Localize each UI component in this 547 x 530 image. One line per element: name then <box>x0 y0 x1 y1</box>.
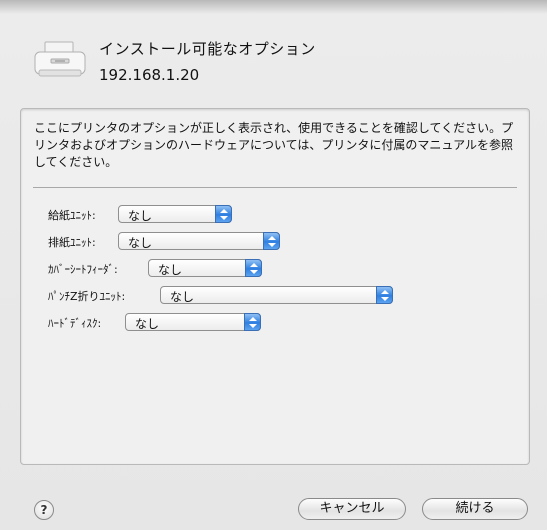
dialog-title: インストール可能なオプション <box>99 40 316 58</box>
panel-divider <box>33 187 517 188</box>
up-down-arrows-icon <box>376 286 393 304</box>
up-down-arrows-icon <box>263 232 280 250</box>
printer-icon <box>34 41 86 77</box>
up-down-arrows-icon <box>244 313 261 331</box>
up-down-arrows-icon <box>215 205 232 223</box>
cover-sheet-feeder-popup[interactable]: なし <box>148 259 262 277</box>
option-label: 排紙ﾕﾆｯﾄ: <box>48 236 96 249</box>
popup-value: なし <box>170 290 195 304</box>
option-label: ﾊｰﾄﾞﾃﾞｨｽｸ: <box>48 317 102 330</box>
hard-disk-popup[interactable]: なし <box>125 313 261 331</box>
output-unit-popup[interactable]: なし <box>118 232 280 250</box>
popup-value: なし <box>135 317 160 331</box>
sheet-top-shadow <box>0 0 547 14</box>
punch-zfold-unit-popup[interactable]: なし <box>160 286 393 304</box>
continue-button[interactable]: 続ける <box>422 498 528 520</box>
options-sheet: インストール可能なオプション 192.168.1.20 ここにプリンタのオプショ… <box>0 0 547 530</box>
cancel-button[interactable]: キャンセル <box>298 498 406 520</box>
options-panel: ここにプリンタのオプションが正しく表示され、使用できることを確認してください。プ… <box>20 108 530 465</box>
instruction-text: ここにプリンタのオプションが正しく表示され、使用できることを確認してください。プ… <box>34 121 514 169</box>
printer-address: 192.168.1.20 <box>99 66 200 84</box>
popup-value: なし <box>128 209 153 223</box>
option-label: ﾊﾟﾝﾁZ折りﾕﾆｯﾄ: <box>48 290 126 303</box>
up-down-arrows-icon <box>245 259 262 277</box>
option-label: ｶﾊﾞｰｼｰﾄﾌｨｰﾀﾞ: <box>48 263 118 276</box>
popup-value: なし <box>158 263 183 277</box>
help-button[interactable]: ? <box>34 500 54 520</box>
paper-feed-popup[interactable]: なし <box>118 205 232 223</box>
popup-value: なし <box>128 236 153 250</box>
option-label: 給紙ﾕﾆｯﾄ: <box>48 209 96 222</box>
